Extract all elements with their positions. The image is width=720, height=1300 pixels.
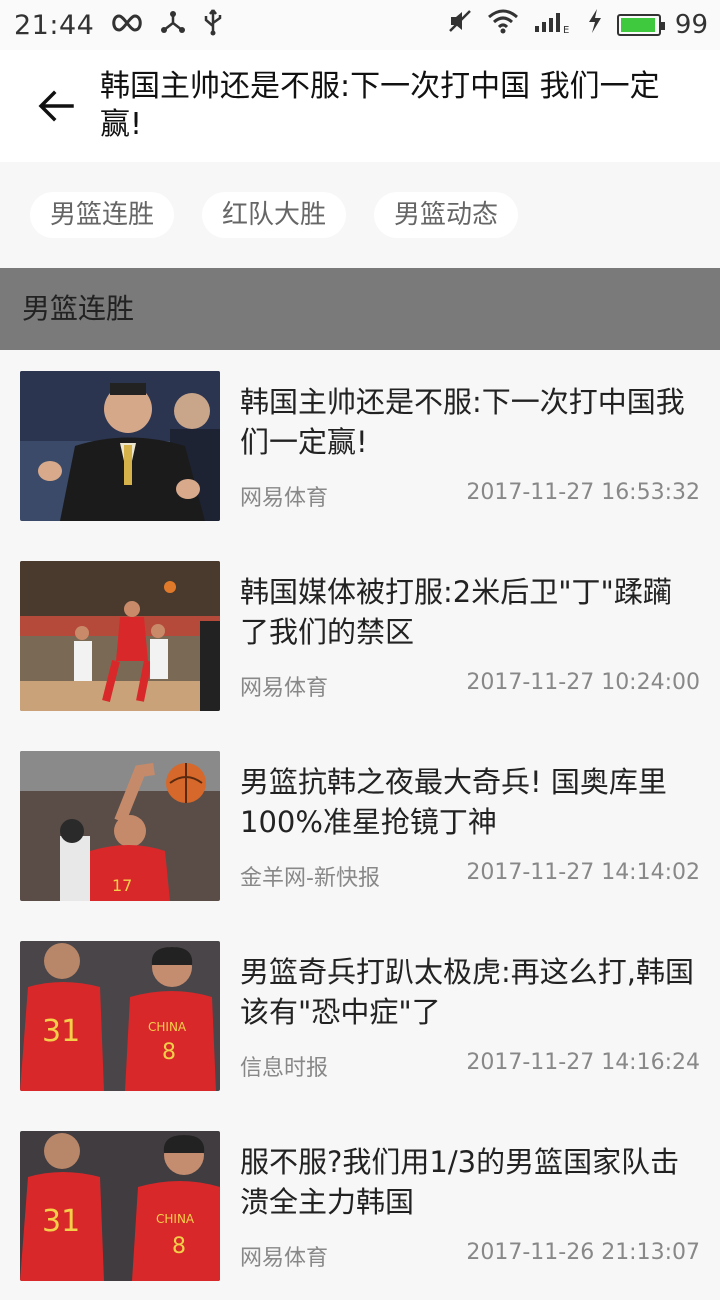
news-time: 2017-11-27 16:53:32 [466,480,700,505]
news-item[interactable]: 韩国主帅还是不服:下一次打中国我们一定赢! 网易体育 2017-11-27 16… [0,350,720,540]
wifi-icon [487,8,519,41]
infinity-icon [110,11,144,41]
svg-text:CHINA: CHINA [148,1020,187,1034]
news-title: 男篮抗韩之夜最大奇兵! 国奥库里100%准星抢镜丁神 [240,765,667,839]
svg-text:17: 17 [112,876,132,895]
news-title: 服不服?我们用1/3的男篮国家队击溃全主力韩国 [240,1145,680,1219]
header: 韩国主帅还是不服:下一次打中国 我们一定赢! [0,50,720,162]
svg-text:E: E [563,25,569,34]
svg-text:8: 8 [172,1234,186,1259]
tag-bar: 男篮连胜 红队大胜 男篮动态 [0,162,720,268]
news-source: 信息时报 [240,1056,329,1081]
news-item[interactable]: 31 CHINA 8 服不服?我们用1/3的男篮国家队击溃全主力韩国 网易体育 … [0,1110,720,1300]
section-header: 男篮连胜 [0,268,720,350]
svg-text:31: 31 [42,1204,80,1239]
back-button[interactable] [28,78,84,134]
svg-text:CHINA: CHINA [156,1212,195,1226]
usb-icon [202,8,224,43]
tag-chip[interactable]: 红队大胜 [202,192,347,238]
news-time: 2017-11-27 10:24:00 [466,670,700,695]
news-source: 金羊网-新快报 [240,866,380,891]
news-item[interactable]: 31 CHINA 8 男篮奇兵打趴太极虎:再这么打,韩国该有"恐中症"了 信息时… [0,920,720,1110]
news-thumbnail [20,371,220,521]
svg-text:8: 8 [162,1040,176,1065]
news-time: 2017-11-27 14:16:24 [466,1050,700,1075]
network-tree-icon [160,9,186,42]
news-thumbnail: 31 CHINA 8 [20,941,220,1091]
svg-text:31: 31 [42,1014,80,1049]
news-source: 网易体育 [240,676,329,701]
news-thumbnail [20,561,220,711]
news-title: 韩国媒体被打服:2米后卫"丁"蹂躏了我们的禁区 [240,575,672,649]
news-title: 男篮奇兵打趴太极虎:再这么打,韩国该有"恐中症"了 [240,955,694,1029]
status-time: 21:44 [14,10,95,41]
news-title: 韩国主帅还是不服:下一次打中国我们一定赢! [240,385,685,459]
page-title: 韩国主帅还是不服:下一次打中国 我们一定赢! [100,69,660,142]
battery-level: 99 [674,9,708,40]
signal-icon: E [533,8,573,41]
status-bar: 21:44 E 99 [0,0,720,50]
news-thumbnail: 17 [20,751,220,901]
news-item[interactable]: 17 男篮抗韩之夜最大奇兵! 国奥库里100%准星抢镜丁神 金羊网-新快报 20… [0,730,720,920]
charging-icon [587,8,603,41]
tag-chip[interactable]: 男篮连胜 [30,192,175,238]
news-time: 2017-11-26 21:13:07 [466,1240,700,1265]
tag-chip[interactable]: 男篮动态 [374,192,519,238]
battery-icon [616,13,665,36]
news-source: 网易体育 [240,486,329,511]
news-time: 2017-11-27 14:14:02 [466,860,700,885]
news-source: 网易体育 [240,1246,329,1271]
news-item[interactable]: 韩国媒体被打服:2米后卫"丁"蹂躏了我们的禁区 网易体育 2017-11-27 … [0,540,720,730]
mute-icon [447,8,473,41]
arrow-left-icon [38,90,74,122]
news-thumbnail: 31 CHINA 8 [20,1131,220,1281]
